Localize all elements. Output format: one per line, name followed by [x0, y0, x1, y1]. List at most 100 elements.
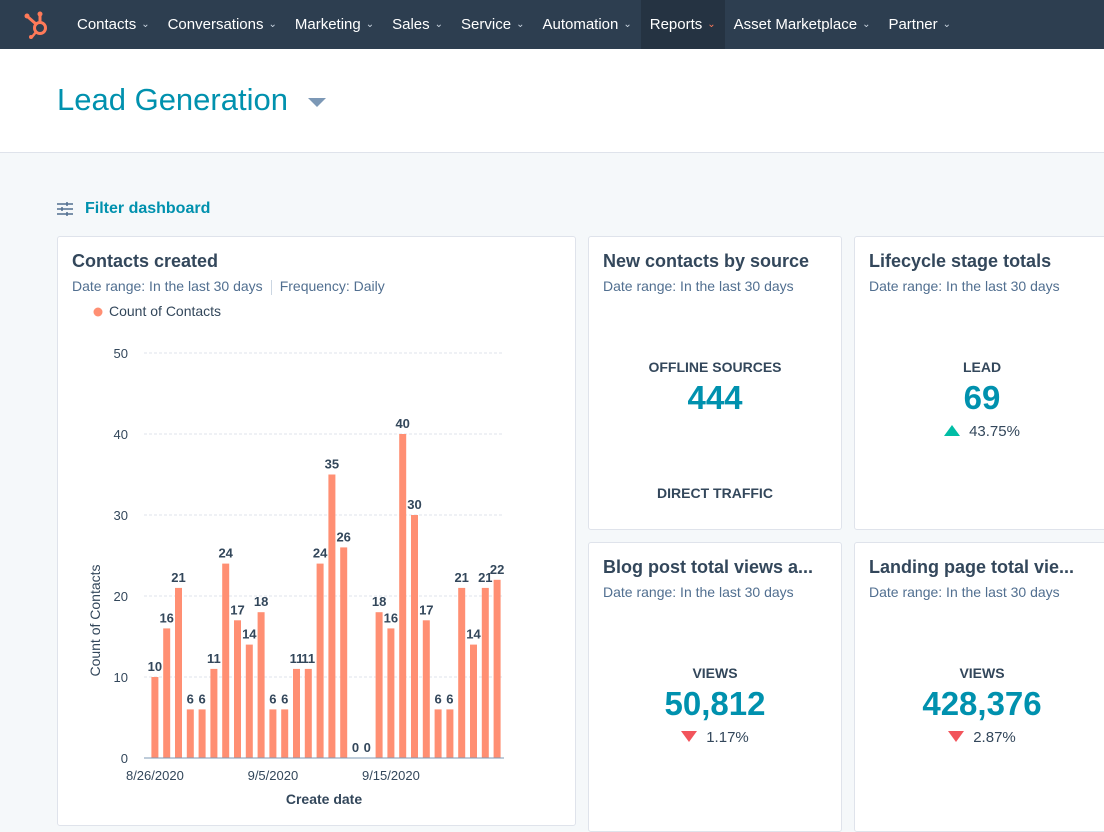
data-label: 22 [490, 562, 504, 577]
x-tick-label: 8/26/2020 [126, 768, 184, 783]
sliders-icon [57, 202, 73, 216]
kpi-label: LEAD [962, 359, 1002, 375]
card-blog-post-views: Blog post total views a... Date range: I… [588, 542, 842, 832]
nav-label: Automation [542, 16, 619, 33]
nav-item-automation[interactable]: Automation ⌄ [533, 0, 640, 49]
data-label: 14 [242, 627, 257, 642]
bar [186, 709, 194, 758]
kpi-label: VIEWS [959, 665, 1005, 681]
y-tick-label: 0 [121, 751, 128, 766]
nav-item-asset-marketplace[interactable]: Asset Marketplace ⌄ [725, 0, 880, 49]
chevron-down-icon: ⌄ [365, 19, 375, 30]
card-title: Blog post total views a... [603, 557, 814, 577]
filter-dashboard-button[interactable]: Filter dashboard [57, 200, 210, 218]
data-label: 24 [218, 546, 233, 561]
page-title: Lead Generation [57, 82, 288, 117]
date-range: Date range: In the last 30 days [603, 278, 794, 294]
bar [245, 644, 253, 758]
bar [304, 668, 312, 758]
kpi-change: 1.17% [706, 729, 749, 746]
nav-item-partner[interactable]: Partner ⌄ [879, 0, 960, 49]
bar [257, 612, 265, 758]
card-new-contacts-by-source: New contacts by source Date range: In th… [588, 236, 842, 530]
data-label: 26 [336, 529, 350, 544]
data-label: 6 [269, 691, 276, 706]
bar [222, 563, 230, 758]
bar [234, 620, 241, 758]
data-label: 11 [207, 651, 221, 666]
data-label: 21 [171, 570, 185, 585]
card-title: New contacts by source [603, 251, 810, 271]
nav-item-conversations[interactable]: Conversations ⌄ [159, 0, 286, 49]
y-tick-label: 50 [114, 346, 128, 361]
nav-item-reports[interactable]: Reports ⌄ [640, 0, 725, 49]
y-tick-label: 30 [114, 508, 128, 523]
card-lifecycle-stage-totals: Lifecycle stage totals Date range: In th… [854, 236, 1104, 530]
bar [198, 709, 206, 758]
bar [470, 644, 477, 758]
bar [328, 474, 336, 758]
data-label: 40 [395, 416, 409, 431]
kpi-change: 43.75% [969, 423, 1020, 440]
nav-label: Reports [649, 16, 703, 33]
bar [281, 709, 289, 758]
legend-marker [93, 307, 103, 317]
nav-label: Conversations [167, 16, 264, 33]
nav-item-marketing[interactable]: Marketing ⌄ [286, 0, 383, 49]
x-tick-label: 9/15/2020 [362, 768, 420, 783]
caret-down-icon [307, 97, 326, 107]
bar [316, 563, 324, 758]
data-label: 6 [446, 691, 453, 706]
bar [375, 612, 383, 758]
nav-label: Partner [888, 16, 938, 33]
nav-item-service[interactable]: Service ⌄ [452, 0, 533, 49]
data-label: 16 [384, 610, 398, 625]
y-axis-title: Count of Contacts [87, 564, 103, 676]
kpi-value: 428,376 [922, 685, 1042, 722]
data-label: 21 [454, 570, 468, 585]
kpi-change: 2.87% [973, 729, 1016, 746]
bar [269, 709, 277, 758]
chevron-down-icon: ⌄ [268, 19, 277, 30]
kpi-value: 50,812 [664, 685, 766, 722]
nav-label: Contacts [77, 16, 137, 33]
nav-item-sales[interactable]: Sales ⌄ [383, 0, 452, 49]
bar [210, 668, 218, 758]
y-tick-label: 40 [114, 427, 128, 442]
chevron-down-icon: ⌄ [862, 19, 871, 30]
nav-label: Sales [392, 16, 430, 33]
nav-label: Service [461, 16, 512, 33]
data-label: 16 [159, 610, 173, 625]
data-label: 6 [281, 691, 288, 706]
data-label: 18 [372, 594, 386, 609]
card-title: Landing page total vie... [869, 557, 1075, 577]
nav-item-contacts[interactable]: Contacts ⌄ [68, 0, 159, 49]
filter-label: Filter dashboard [85, 200, 211, 217]
kpi-label: OFFLINE SOURCES [648, 359, 782, 375]
contacts-bar-chart: Count of Contacts010203040501016216 61124… [87, 303, 504, 807]
arrow-down-icon [948, 731, 965, 742]
kpi-value: 69 [963, 379, 1001, 416]
legend-label: Count of Contacts [109, 303, 221, 319]
arrow-up-icon [944, 425, 961, 436]
bar [493, 579, 501, 758]
arrow-down-icon [681, 731, 698, 742]
data-label: 18 [254, 594, 268, 609]
bar [481, 587, 489, 758]
dashboard-selector[interactable]: Lead Generation [57, 82, 326, 118]
hubspot-logo[interactable] [8, 0, 68, 49]
bar [293, 668, 300, 758]
bar [446, 709, 454, 758]
bar [434, 709, 442, 758]
bar [422, 620, 430, 758]
data-label: 6 [434, 691, 441, 706]
bar [175, 587, 182, 758]
data-label: 6 [187, 691, 194, 706]
nav-label: Asset Marketplace [733, 16, 858, 33]
kpi-value: 444 [687, 379, 743, 416]
chevron-down-icon: ⌄ [942, 19, 952, 30]
data-label: 0 [352, 740, 359, 755]
x-axis-title: Create date [286, 791, 362, 807]
bar [411, 515, 418, 758]
chevron-down-icon: ⌄ [141, 19, 150, 30]
